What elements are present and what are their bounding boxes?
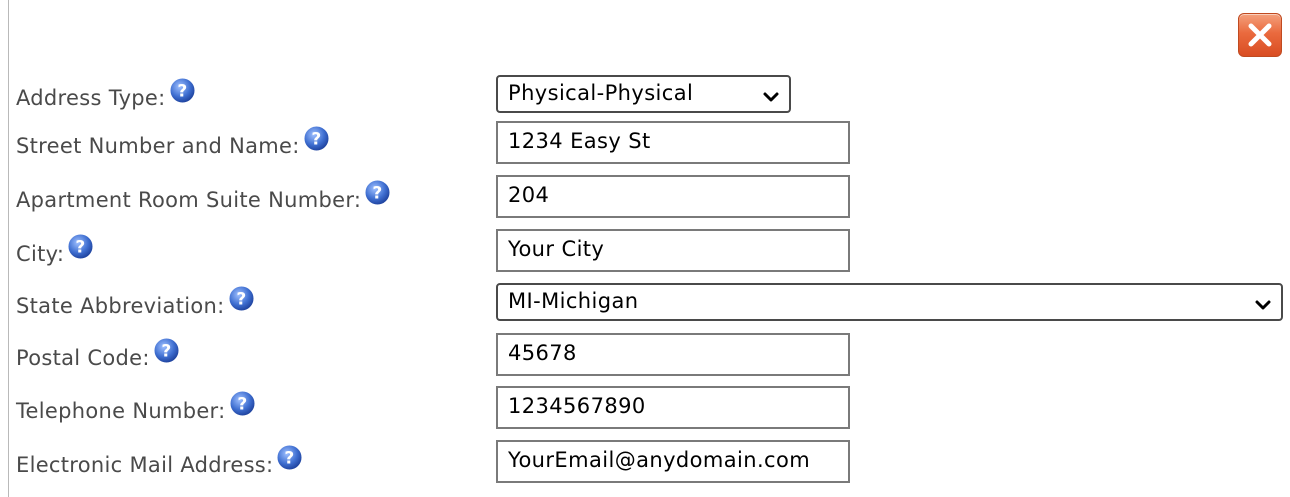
svg-text:?: ? <box>161 342 171 362</box>
help-icon[interactable]: ? <box>152 336 181 365</box>
help-icon[interactable]: ? <box>168 76 197 105</box>
svg-text:?: ? <box>373 184 383 204</box>
apartment-label: Apartment Room Suite Number: ? <box>16 178 392 214</box>
svg-text:?: ? <box>236 290 246 310</box>
email-label: Electronic Mail Address: ? <box>16 443 304 479</box>
telephone-row: Telephone Number: ? 1234567890 <box>0 386 1290 432</box>
email-input[interactable]: YourEmail@anydomain.com <box>496 440 850 483</box>
address-type-select[interactable]: Physical-Physical <box>496 75 791 113</box>
close-icon <box>1248 23 1272 47</box>
help-icon[interactable]: ? <box>275 443 304 472</box>
chevron-down-icon <box>1255 300 1271 310</box>
help-icon[interactable]: ? <box>363 178 392 207</box>
city-row: City: ? Your City <box>0 229 1290 275</box>
street-input[interactable]: 1234 Easy St <box>496 121 850 164</box>
close-button[interactable] <box>1238 13 1282 57</box>
postal-code-row: Postal Code: ? 45678 <box>0 333 1290 379</box>
street-label: Street Number and Name: ? <box>16 124 331 160</box>
email-row: Electronic Mail Address: ? YourEmail@any… <box>0 440 1290 486</box>
telephone-input[interactable]: 1234567890 <box>496 386 850 429</box>
apartment-row: Apartment Room Suite Number: ? 204 <box>0 175 1290 221</box>
svg-text:?: ? <box>311 130 321 150</box>
help-icon[interactable]: ? <box>66 232 95 261</box>
state-label: State Abbreviation: ? <box>16 284 256 320</box>
chevron-down-icon <box>763 92 779 102</box>
svg-text:?: ? <box>76 238 86 258</box>
svg-text:?: ? <box>177 82 187 102</box>
state-select[interactable]: MI-Michigan <box>496 283 1283 321</box>
state-row: State Abbreviation: ? MI-Michigan <box>0 281 1290 327</box>
street-row: Street Number and Name: ? 1234 Easy St <box>0 121 1290 167</box>
help-icon[interactable]: ? <box>228 389 257 418</box>
help-icon[interactable]: ? <box>302 124 331 153</box>
telephone-label: Telephone Number: ? <box>16 389 257 425</box>
address-type-row: Address Type: ? Physical-Physical <box>0 73 1290 119</box>
city-input[interactable]: Your City <box>496 229 850 272</box>
help-icon[interactable]: ? <box>227 284 256 313</box>
address-type-label: Address Type: ? <box>16 76 197 112</box>
svg-text:?: ? <box>237 395 247 415</box>
postal-code-input[interactable]: 45678 <box>496 333 850 376</box>
city-label: City: ? <box>16 232 95 268</box>
postal-code-label: Postal Code: ? <box>16 336 181 372</box>
svg-text:?: ? <box>285 449 295 469</box>
apartment-input[interactable]: 204 <box>496 175 850 218</box>
